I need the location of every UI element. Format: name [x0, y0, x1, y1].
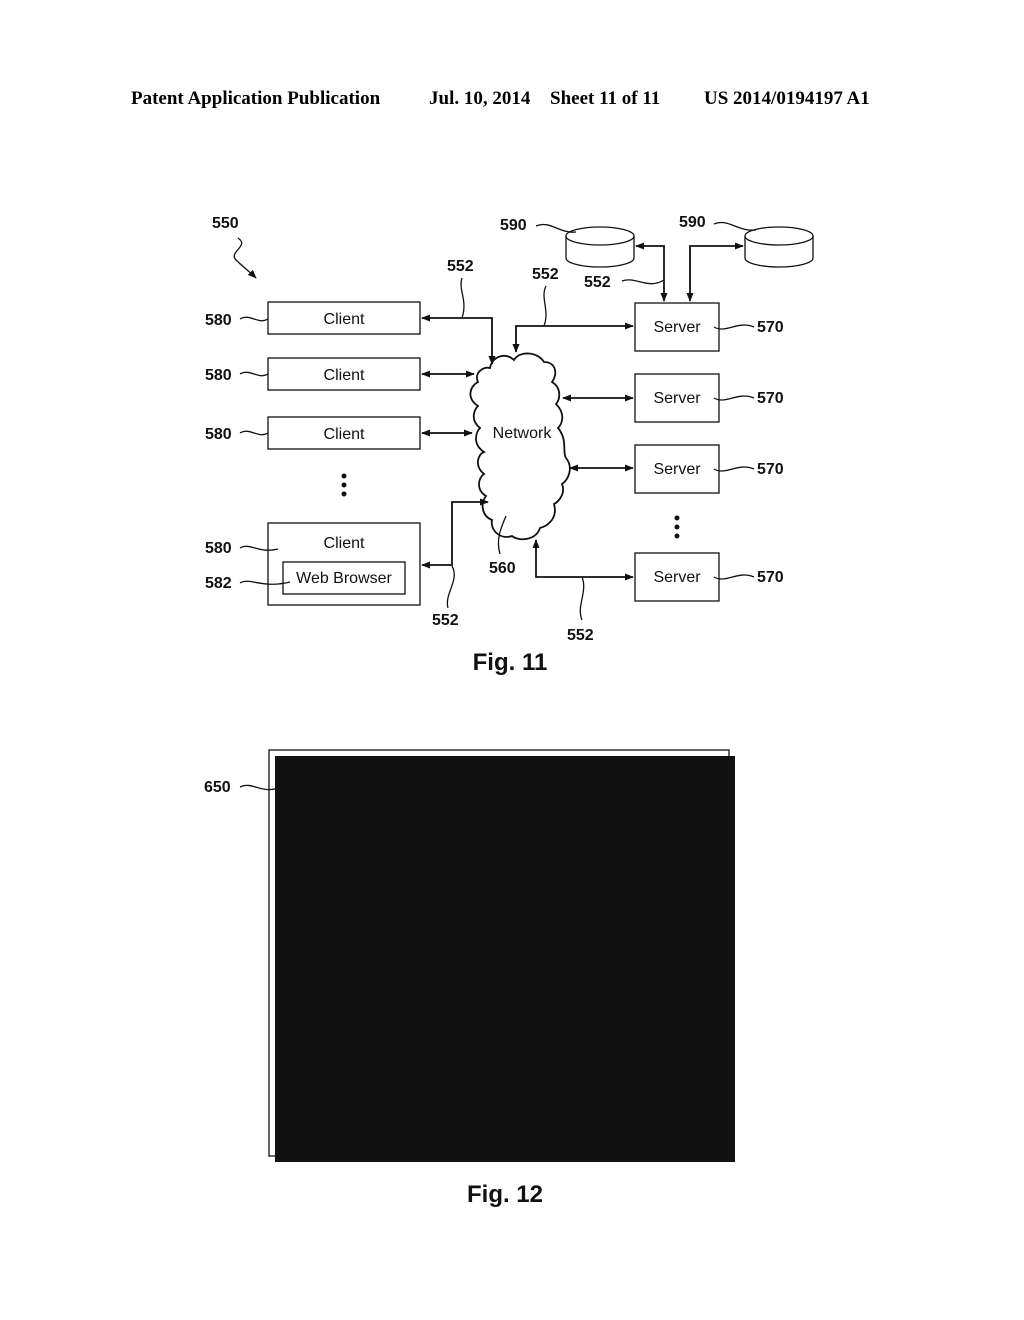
leader-line [497, 515, 507, 555]
link-ref: 552 [584, 274, 611, 291]
network-label: Network [493, 425, 553, 442]
link-client-4 [421, 498, 489, 569]
database-1: 590 [500, 217, 635, 268]
figure-11: 550 Client 580 Client 580 Client 580 Cli… [205, 214, 814, 676]
client-ref: 580 [205, 367, 232, 384]
leader-line [460, 277, 465, 319]
component-ref: 658 [670, 1006, 697, 1023]
client-4: Client Web Browser 580 582 [205, 522, 421, 606]
server-4: Server 570 [634, 552, 784, 602]
link-ref: 552 [532, 266, 559, 283]
web-browser-ref: 582 [205, 575, 232, 592]
leader-line [621, 279, 665, 285]
server-label: Server [653, 319, 701, 336]
component-ref: 654 [670, 877, 697, 894]
server-label: Server [653, 569, 701, 586]
network-ref: 560 [489, 560, 516, 577]
client-ref: 580 [205, 426, 232, 443]
component-ref: 660 [670, 1070, 697, 1087]
link-ref: 552 [432, 612, 459, 629]
link-db-2 [686, 242, 744, 302]
system-ref-arrow [233, 237, 257, 279]
database-2: 590 [679, 214, 814, 268]
client-ref: 580 [205, 540, 232, 557]
leader-line [713, 466, 755, 472]
figure-12-caption: Fig. 12 [467, 1181, 543, 1208]
leader-line [543, 285, 547, 327]
link-server-4 [532, 539, 634, 581]
client-label: Client [324, 311, 365, 328]
server-3: Server 570 [634, 444, 784, 494]
figures-canvas: 550 Client 580 Client 580 Client 580 Cli… [204, 214, 814, 1208]
leader-line [239, 316, 269, 322]
bus-ref: 662 [308, 809, 335, 826]
link-client-1 [421, 314, 496, 365]
client-label: Client [324, 535, 365, 552]
leader-line [239, 545, 279, 551]
leader-line [239, 371, 269, 377]
leader-line [713, 221, 757, 231]
leader-line [446, 565, 455, 609]
link-ref: 552 [567, 627, 594, 644]
system-ref: 650 [204, 779, 231, 796]
network-cloud: Network 560 [469, 352, 571, 577]
leader-line [713, 324, 755, 330]
figure-11-caption: Fig. 11 [473, 649, 548, 676]
leader-line [579, 576, 585, 621]
server-ref: 570 [757, 461, 784, 478]
server-ref: 570 [757, 569, 784, 586]
server-ref: 570 [757, 319, 784, 336]
client-2: Client 580 [205, 357, 421, 391]
figure-12: Computer System 650 662 Processor 652 Me… [204, 749, 735, 1208]
client-3: Client 580 [205, 416, 421, 450]
web-browser-label: Web Browser [296, 570, 392, 587]
client-ellipsis [341, 473, 347, 497]
link-db-1 [635, 242, 668, 302]
component-label: Memory [522, 877, 580, 894]
client-label: Client [324, 367, 365, 384]
component-ref: 652 [670, 812, 697, 829]
client-1: Client 580 [205, 301, 421, 335]
server-label: Server [653, 461, 701, 478]
server-ellipsis [674, 515, 680, 539]
server-2: Server 570 [634, 373, 784, 423]
database-ref: 590 [679, 214, 706, 231]
server-label: Server [653, 390, 701, 407]
client-label: Client [324, 426, 365, 443]
client-ref: 580 [205, 312, 232, 329]
link-server-1 [512, 322, 634, 353]
leader-line [239, 430, 269, 436]
component-label: Processor [515, 812, 588, 829]
link-ref: 552 [447, 258, 474, 275]
system-label: Computer System [433, 767, 561, 784]
system-ref-550: 550 [212, 215, 239, 232]
server-1: Server 570 [634, 302, 784, 352]
component-label: I/O Interface [507, 1006, 595, 1023]
database-ref: 590 [500, 217, 527, 234]
component-label: Storage [523, 942, 579, 959]
leader-line [713, 395, 755, 401]
server-ref: 570 [757, 390, 784, 407]
leader-line [713, 574, 755, 580]
component-ref: 656 [670, 942, 697, 959]
component-label-line1: Communication [495, 1060, 606, 1077]
leader-line [239, 784, 279, 791]
component-label-line2: Interface [520, 1081, 582, 1098]
